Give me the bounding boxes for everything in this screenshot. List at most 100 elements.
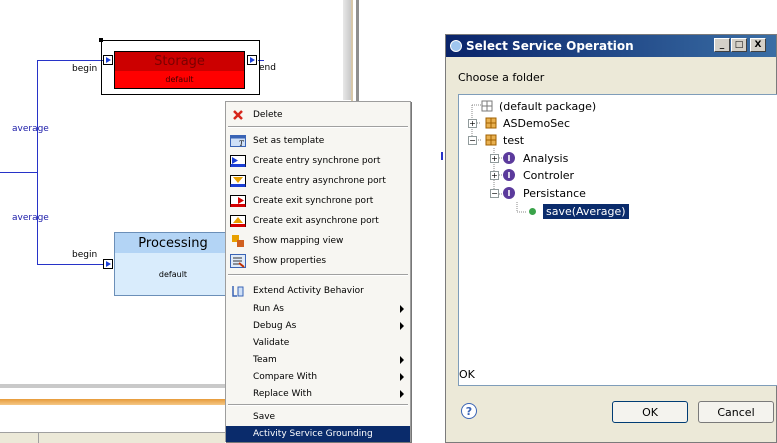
edge-label-average-1: average	[12, 124, 49, 134]
method-icon	[529, 207, 536, 215]
package-icon	[485, 117, 497, 129]
storage-entry-port[interactable]	[103, 55, 113, 65]
edge-label-average-2: average	[12, 213, 49, 223]
menu-item-label: Extend Activity Behavior	[253, 286, 364, 296]
menu-icon-spacer	[230, 387, 246, 401]
collapse-icon[interactable]: −	[490, 188, 499, 198]
context-menu: Delete T Set as template Create entry sy…	[225, 101, 411, 442]
package-icon	[485, 134, 497, 146]
tree-item-label: save(Average)	[543, 203, 629, 219]
minimize-button[interactable]: _	[714, 38, 730, 52]
exit-async-port-icon	[230, 214, 246, 228]
menu-item-label: Create entry asynchrone port	[253, 176, 386, 186]
folder-tree[interactable]: (default package) + ASDemoSec − test + I…	[458, 94, 777, 386]
tree-item-save-average[interactable]: save(Average)	[529, 203, 629, 219]
processing-body: default	[115, 253, 231, 295]
tree-item-label: Persistance	[523, 186, 586, 200]
dialog-prompt: Choose a folder	[458, 71, 545, 84]
menu-separator	[228, 404, 408, 406]
dialog-titlebar[interactable]: Select Service Operation _ □ X	[446, 35, 776, 57]
template-icon: T	[230, 134, 246, 148]
processing-title: Processing	[115, 233, 231, 253]
tree-item-label: Analysis	[523, 151, 569, 165]
tree-item-analysis[interactable]: + I Analysis	[490, 150, 568, 166]
storage-out-label: end	[259, 63, 276, 73]
menu-icon-spacer	[230, 427, 246, 441]
menu-item-set-as-template[interactable]: T Set as template	[226, 131, 410, 151]
dialog-app-icon	[450, 40, 462, 52]
edge-to-processing	[37, 264, 103, 265]
menu-icon-spacer	[230, 319, 246, 333]
processing-entry-port[interactable]	[103, 259, 113, 269]
menu-item-label: Activity Service Grounding	[253, 429, 373, 439]
collapse-icon[interactable]: −	[468, 135, 477, 145]
menu-separator	[228, 126, 408, 128]
menu-item-label: Replace With	[253, 389, 312, 399]
menu-item-label: Delete	[253, 110, 283, 120]
status-message: OK	[459, 368, 475, 381]
interface-icon: I	[503, 169, 515, 181]
storage-node[interactable]: Storage default	[114, 51, 245, 89]
menu-item-label: Validate	[253, 338, 290, 348]
menu-item-label: Run As	[253, 304, 284, 314]
entry-sync-port-icon	[230, 154, 246, 168]
entry-async-port-icon	[230, 174, 246, 188]
tree-item-default-package[interactable]: (default package)	[481, 98, 596, 114]
menu-item-label: Create exit synchrone port	[253, 196, 374, 206]
tree-item-controler[interactable]: + I Controler	[490, 167, 574, 183]
storage-body: default	[115, 71, 244, 88]
menu-item-label: Team	[253, 355, 277, 365]
expand-icon[interactable]: +	[468, 118, 477, 128]
submenu-arrow-icon	[400, 390, 404, 398]
storage-handle-tl[interactable]	[99, 38, 103, 42]
close-button[interactable]: X	[750, 38, 766, 52]
menu-item-label: Show mapping view	[253, 236, 344, 246]
expand-icon[interactable]: +	[490, 170, 499, 180]
menu-item-label: Show properties	[253, 256, 327, 266]
menu-icon-spacer	[230, 302, 246, 316]
menu-item-label: Create entry synchrone port	[253, 156, 381, 166]
exit-sync-port-icon	[230, 194, 246, 208]
ok-button[interactable]: OK	[612, 401, 688, 423]
submenu-arrow-icon	[400, 305, 404, 313]
menu-item-create-exit-sync[interactable]: Create exit synchrone port	[226, 191, 410, 211]
storage-exit-port[interactable]	[247, 55, 257, 65]
help-icon[interactable]: ?	[461, 403, 477, 419]
menu-item-save[interactable]: Save	[226, 407, 410, 427]
edge-to-storage	[37, 60, 103, 61]
tree-item-asdemosec[interactable]: + ASDemoSec	[468, 115, 570, 131]
tree-item-test[interactable]: − test	[468, 132, 524, 148]
expand-icon[interactable]: +	[490, 153, 499, 163]
menu-item-label: Compare With	[253, 372, 318, 382]
delete-icon	[230, 108, 246, 122]
editor-vertical-divider	[343, 0, 351, 100]
tree-item-label: (default package)	[499, 99, 597, 113]
processing-node[interactable]: Processing default	[114, 232, 232, 296]
menu-item-show-properties[interactable]: Show properties	[226, 251, 410, 271]
menu-item-extend-activity-behavior[interactable]: Extend Activity Behavior	[226, 281, 410, 301]
menu-icon-spacer	[230, 353, 246, 367]
mapping-view-icon	[230, 234, 246, 248]
menu-item-create-exit-async[interactable]: Create exit asynchrone port	[226, 211, 410, 231]
interface-icon: I	[503, 187, 515, 199]
maximize-button[interactable]: □	[731, 38, 747, 52]
tree-item-persistance[interactable]: − I Persistance	[490, 185, 586, 201]
menu-item-label: Create exit asynchrone port	[253, 216, 379, 226]
menu-item-create-entry-sync[interactable]: Create entry synchrone port	[226, 151, 410, 171]
cancel-button[interactable]: Cancel	[698, 401, 774, 423]
properties-icon	[230, 254, 246, 268]
storage-in-label: begin	[72, 64, 98, 74]
dialog-title: Select Service Operation	[466, 39, 634, 53]
tree-item-label: Controler	[523, 168, 575, 182]
interface-icon: I	[503, 152, 515, 164]
menu-item-create-entry-async[interactable]: Create entry asynchrone port	[226, 171, 410, 191]
tree-item-label: ASDemoSec	[503, 116, 570, 130]
menu-item-activity-service-grounding[interactable]: Activity Service Grounding	[226, 426, 410, 442]
menu-icon-spacer	[230, 370, 246, 384]
submenu-arrow-icon	[400, 373, 404, 381]
menu-item-delete[interactable]: Delete	[226, 105, 410, 125]
menu-item-replace-with[interactable]: Replace With	[226, 384, 410, 404]
menu-item-show-mapping-view[interactable]: Show mapping view	[226, 231, 410, 251]
edge-left-stub	[0, 172, 37, 173]
menu-icon-spacer	[230, 410, 246, 424]
